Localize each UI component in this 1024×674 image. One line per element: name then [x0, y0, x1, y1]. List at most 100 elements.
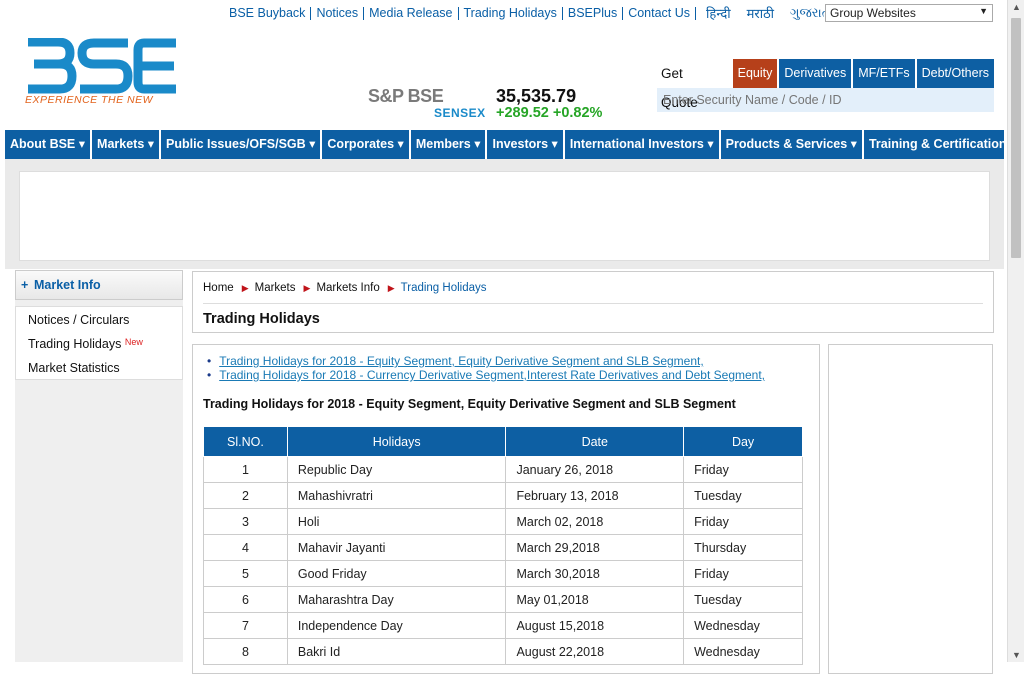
cell-date: May 01,2018	[505, 586, 685, 613]
chevron-down-icon: ▼	[979, 6, 988, 16]
cell-holiday: Holi	[286, 508, 507, 535]
market-info-header[interactable]: + Market Info	[15, 270, 183, 300]
market-info-label: Market Info	[34, 278, 101, 292]
breadcrumb-markets[interactable]: Markets	[255, 282, 296, 294]
sensex-label: SENSEX	[434, 106, 486, 120]
nav-training-certification[interactable]: Training & Certification ▾	[864, 130, 1021, 159]
nav-corporates[interactable]: Corporates ▾	[322, 130, 411, 159]
nav-markets[interactable]: Markets ▾	[92, 130, 162, 159]
group-websites-value: Group Websites	[830, 6, 916, 20]
cell-slno: 1	[203, 456, 288, 483]
cell-date: August 15,2018	[505, 612, 685, 639]
sidebar-item-notices-circulars[interactable]: Notices / Circulars	[16, 311, 182, 335]
breadcrumb-markets-info[interactable]: Markets Info	[316, 282, 379, 294]
cell-holiday: Mahashivratri	[286, 482, 507, 509]
column-header: Day	[683, 426, 803, 457]
top-link-media-release[interactable]: Media Release	[364, 6, 459, 20]
sidebar-item-label: Trading Holidays	[28, 337, 122, 351]
top-link-contact-us[interactable]: Contact Us	[623, 6, 697, 20]
tab-debt-others[interactable]: Debt/Others	[914, 59, 994, 88]
link-currency-holidays[interactable]: Trading Holidays for 2018 - Currency Der…	[219, 368, 765, 382]
cell-holiday: Good Friday	[286, 560, 507, 587]
cell-day: Tuesday	[683, 586, 803, 613]
nav-products-services[interactable]: Products & Services ▾	[721, 130, 864, 159]
page-title: Trading Holidays	[203, 311, 320, 327]
table-row: 4 Mahavir Jayanti March 29,2018 Thursday	[203, 534, 803, 561]
divider	[203, 303, 983, 304]
cell-slno: 2	[203, 482, 288, 509]
cell-day: Friday	[683, 456, 803, 483]
cell-date: February 13, 2018	[505, 482, 685, 509]
scroll-up-icon[interactable]: ▲	[1012, 2, 1021, 12]
cell-day: Thursday	[683, 534, 803, 561]
table-row: 3 Holi March 02, 2018 Friday	[203, 508, 803, 535]
cell-day: Wednesday	[683, 638, 803, 665]
breadcrumb-panel: Home ▶ Markets ▶ Markets Info ▶ Trading …	[192, 271, 994, 333]
lang-hindi-link[interactable]: हिन्दी	[706, 4, 731, 22]
get-quote-label: Get Quote	[657, 59, 731, 110]
top-links-bar: BSE Buyback Notices Media Release Tradin…	[224, 4, 834, 22]
main-nav: About BSE ▾ Markets ▾ Public Issues/OFS/…	[5, 130, 1016, 159]
sidebar-item-trading-holidays[interactable]: Trading Holidays New	[16, 335, 182, 359]
sensex-change: +289.52 +0.82%	[496, 105, 603, 121]
cell-date: March 29,2018	[505, 534, 685, 561]
nav-public-issues[interactable]: Public Issues/OFS/SGB ▾	[161, 130, 323, 159]
cell-day: Friday	[683, 508, 803, 535]
cell-holiday: Independence Day	[286, 612, 507, 639]
tab-mf-etfs[interactable]: MF/ETFs	[851, 59, 915, 88]
sidebar: + Market Info Notices / Circulars Tradin…	[15, 270, 183, 662]
table-row: 1 Republic Day January 26, 2018 Friday	[203, 456, 803, 483]
quote-tabs: Get Quote Equity Derivatives MF/ETFs Deb…	[657, 59, 994, 110]
tab-equity[interactable]: Equity	[730, 59, 778, 88]
table-row: 2 Mahashivratri February 13, 2018 Tuesday	[203, 482, 803, 509]
plus-icon: +	[21, 278, 29, 292]
cell-slno: 4	[203, 534, 288, 561]
banner-area	[5, 159, 1004, 269]
scroll-down-icon[interactable]: ▼	[1012, 650, 1021, 660]
top-link-notices[interactable]: Notices	[311, 6, 365, 20]
cell-slno: 5	[203, 560, 288, 587]
cell-date: August 22,2018	[505, 638, 685, 665]
holiday-links-list: Trading Holidays for 2018 - Equity Segme…	[207, 354, 765, 382]
table-row: 6 Maharashtra Day May 01,2018 Tuesday	[203, 586, 803, 613]
nav-about-bse[interactable]: About BSE ▾	[5, 130, 93, 159]
breadcrumb-separator-icon: ▶	[387, 282, 395, 293]
list-item: Trading Holidays for 2018 - Currency Der…	[207, 368, 765, 382]
section-heading: Trading Holidays for 2018 - Equity Segme…	[203, 397, 736, 411]
top-link-trading-holidays[interactable]: Trading Holidays	[459, 6, 563, 20]
market-info-list: Notices / Circulars Trading Holidays New…	[15, 306, 183, 380]
security-search-input[interactable]	[657, 88, 994, 112]
sensex-value: 35,535.79	[496, 86, 577, 106]
logo-tagline: EXPERIENCE THE NEW	[25, 94, 154, 106]
tab-derivatives[interactable]: Derivatives	[777, 59, 852, 88]
get-quote-widget: Get Quote Equity Derivatives MF/ETFs Deb…	[657, 59, 994, 112]
column-header: Sl.NO.	[203, 426, 288, 457]
breadcrumb-separator-icon: ▶	[303, 282, 311, 293]
cell-day: Friday	[683, 560, 803, 587]
nav-international-investors[interactable]: International Investors ▾	[565, 130, 721, 159]
column-header: Date	[505, 426, 685, 457]
breadcrumb: Home ▶ Markets ▶ Markets Info ▶ Trading …	[203, 282, 487, 294]
scrollbar[interactable]: ▲ ▼	[1007, 0, 1024, 662]
nav-investors[interactable]: Investors ▾	[487, 130, 565, 159]
column-header: Holidays	[286, 426, 507, 457]
breadcrumb-separator-icon: ▶	[241, 282, 249, 293]
breadcrumb-home[interactable]: Home	[203, 282, 234, 294]
sidebar-item-market-statistics[interactable]: Market Statistics	[16, 359, 182, 383]
banner-ad	[19, 171, 990, 261]
nav-members[interactable]: Members ▾	[411, 130, 488, 159]
new-badge: New	[124, 337, 143, 347]
table-body: 1 Republic Day January 26, 2018 Friday 2 Maha…	[203, 456, 803, 665]
top-link-bseplus[interactable]: BSEPlus	[563, 6, 624, 20]
link-equity-holidays[interactable]: Trading Holidays for 2018 - Equity Segme…	[219, 354, 703, 368]
cell-slno: 3	[203, 508, 288, 535]
cell-holiday: Mahavir Jayanti	[286, 534, 507, 561]
scroll-thumb[interactable]	[1011, 18, 1021, 258]
breadcrumb-current: Trading Holidays	[400, 282, 487, 294]
group-websites-select[interactable]: Group Websites ▼	[825, 4, 993, 22]
lang-marathi-link[interactable]: मराठी	[747, 4, 774, 22]
top-link-bse-buyback[interactable]: BSE Buyback	[224, 6, 312, 20]
cell-holiday: Bakri Id	[286, 638, 507, 665]
table-row: 7 Independence Day August 15,2018 Wednesday	[203, 612, 803, 639]
table-header-row: Sl.NO. Holidays Date Day	[203, 426, 803, 457]
